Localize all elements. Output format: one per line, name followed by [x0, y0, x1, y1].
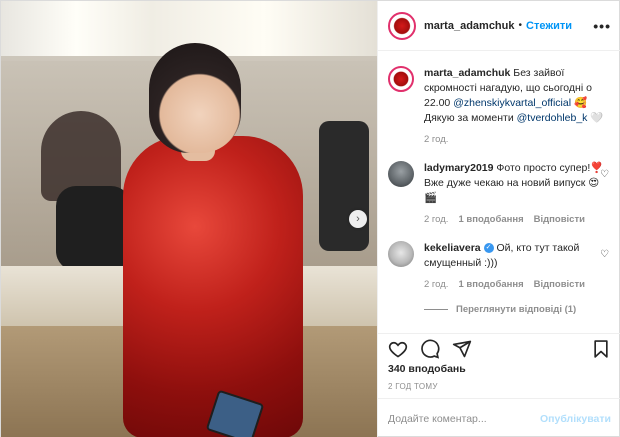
comment-item: ladymary2019 Фото просто супер!❣️ Вже ду… [388, 161, 611, 227]
comment-username[interactable]: kekeliavera [424, 242, 481, 254]
next-photo-button[interactable]: › [349, 210, 367, 228]
photo-background-bag [56, 186, 131, 271]
post-actions [378, 333, 620, 363]
caption-time[interactable]: 2 год. [424, 132, 448, 147]
comment-avatar[interactable] [388, 241, 414, 267]
caption-mention-zhenskiykvartal[interactable]: @zhenskiykvartal_official [453, 97, 571, 109]
comments-list[interactable]: marta_adamchuk Без зайвої скромності наг… [378, 52, 620, 332]
comment-input[interactable] [388, 412, 540, 425]
comment-item: kekeliavera ✓ Ой, кто тут такой смущенны… [388, 241, 611, 292]
post-header: marta_adamchuk • Стежити ••• [378, 1, 620, 51]
publish-button[interactable]: Опублікувати [540, 413, 611, 425]
chevron-right-icon: › [356, 213, 360, 225]
view-replies-button[interactable]: Переглянути відповіді (1) [424, 304, 611, 315]
comment-avatar[interactable] [388, 161, 414, 187]
comment-meta: 2 год. 1 вподобання Відповісти [424, 212, 604, 227]
comment-icon[interactable] [420, 339, 440, 359]
author-username[interactable]: marta_adamchuk [424, 20, 515, 32]
comment-reply-button[interactable]: Відповісти [534, 277, 585, 292]
comment-meta: 2 год. 1 вподобання Відповісти [424, 277, 604, 292]
caption-text: marta_adamchuk Без зайвої скромності наг… [424, 66, 604, 147]
add-comment-bar: Опублікувати [378, 398, 620, 437]
caption-meta: 2 год. [424, 132, 604, 147]
separator-dot: • [518, 20, 523, 31]
comment-like-heart-icon[interactable]: ♡ [600, 169, 609, 180]
comment-likes-count[interactable]: 1 вподобання [458, 212, 523, 227]
verified-badge-icon: ✓ [483, 243, 494, 254]
caption: marta_adamchuk Без зайвої скромності наг… [388, 66, 611, 147]
heart-icon[interactable] [388, 339, 408, 359]
caption-body-end: 🤍 [587, 112, 604, 124]
replies-line [424, 309, 448, 310]
photo-background-coats [319, 121, 369, 251]
comment-like-heart-icon[interactable]: ♡ [600, 249, 609, 260]
author-avatar[interactable] [388, 11, 416, 40]
photo-woman-head [149, 43, 241, 153]
comment-text: kekeliavera ✓ Ой, кто тут такой смущенны… [424, 241, 604, 292]
likes-count[interactable]: 340 вподобань [388, 363, 466, 375]
comment-time[interactable]: 2 год. [424, 277, 448, 292]
post-sidebar: marta_adamchuk • Стежити ••• marta_adamc… [377, 1, 620, 437]
comment-likes-count[interactable]: 1 вподобання [458, 277, 523, 292]
more-options-icon[interactable]: ••• [593, 18, 611, 34]
caption-mention-tverdohleb[interactable]: @tverdohleb_k [517, 112, 588, 124]
bookmark-icon[interactable] [591, 339, 611, 359]
comment-text: ladymary2019 Фото просто супер!❣️ Вже ду… [424, 161, 604, 227]
caption-username[interactable]: marta_adamchuk [424, 67, 510, 79]
caption-avatar[interactable] [388, 66, 414, 92]
comment-time[interactable]: 2 год. [424, 212, 448, 227]
photo-woman-red-dress [123, 136, 303, 437]
post-photo[interactable]: › [1, 1, 377, 437]
post-timestamp[interactable]: 2 ГОД ТОМУ [388, 382, 438, 391]
comment-username[interactable]: ladymary2019 [424, 162, 493, 174]
follow-button[interactable]: Стежити [526, 20, 572, 32]
instagram-post: › marta_adamchuk • Стежити ••• marta_ada… [0, 0, 620, 437]
view-replies-label: Переглянути відповіді (1) [456, 304, 577, 315]
comment-reply-button[interactable]: Відповісти [534, 212, 585, 227]
share-icon[interactable] [452, 339, 472, 359]
